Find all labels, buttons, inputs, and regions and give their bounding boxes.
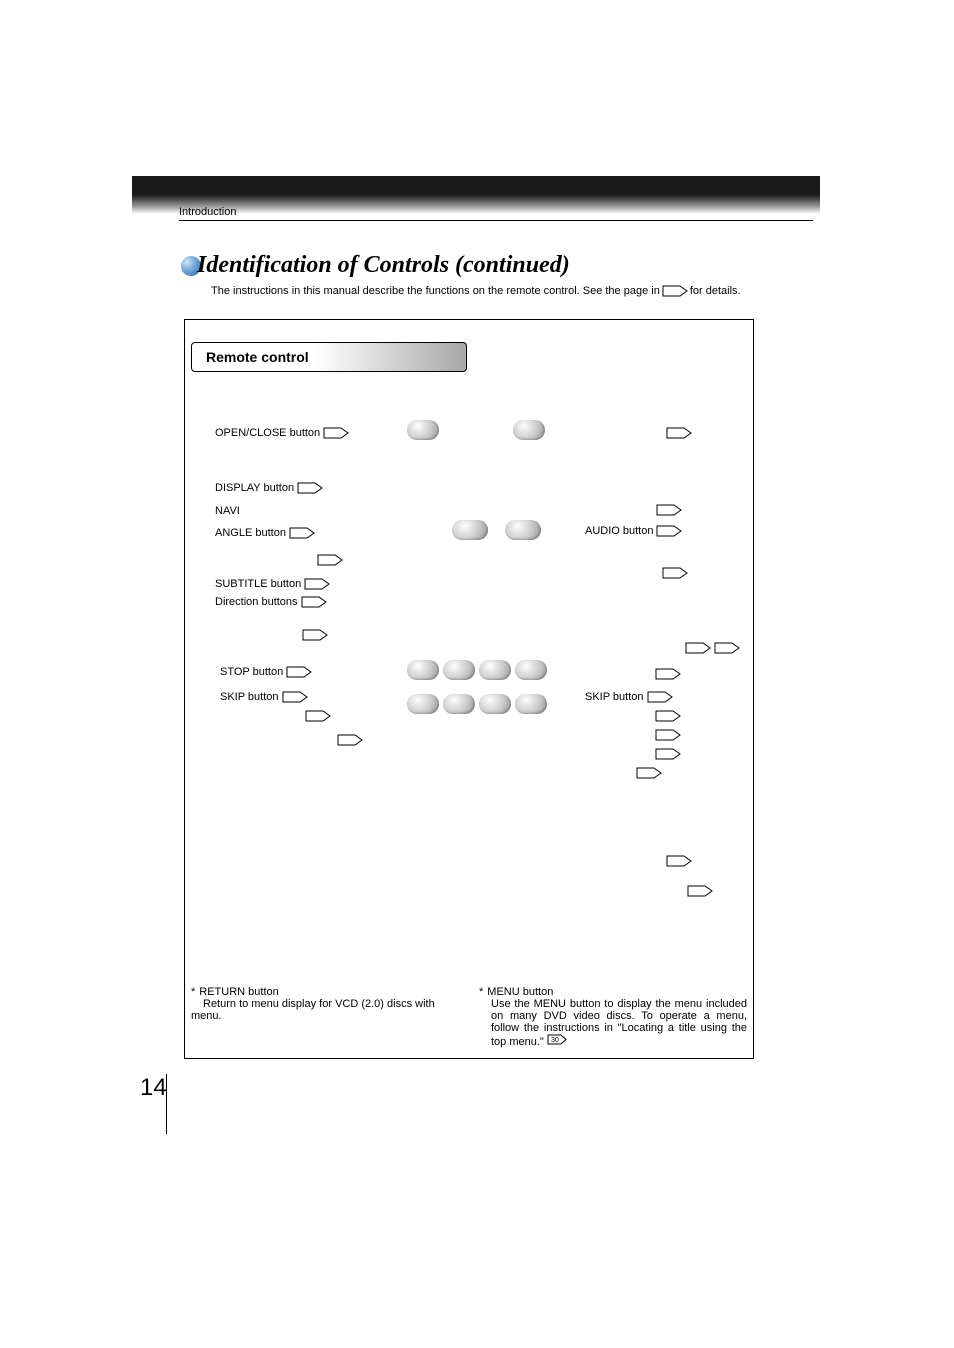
label-skip-right-text: SKIP button [585,691,644,703]
page-ref-icon [666,427,692,439]
label-direction-text: Direction buttons [215,596,298,608]
footnotes: * RETURN button Return to menu display f… [191,986,747,1048]
footnote-star: * [479,986,483,998]
remote-button-icon [479,694,511,714]
remote-control-box: Remote control OPEN/CLOSE button DISPLAY… [184,319,754,1059]
page-ref-right-4 [655,668,681,680]
page-ref-icon [655,729,681,741]
page-ref-icon [286,666,312,678]
page-ref-right-10 [687,885,713,897]
page-ref-icon [714,642,740,654]
page-ref-icon [655,710,681,722]
page-ref-right-9 [666,855,692,867]
label-skip-right: SKIP button [585,691,673,703]
page-ref-icon [323,427,349,439]
remote-button-icon [515,660,547,680]
page-ref-icon [297,482,323,494]
remote-button-icon [443,660,475,680]
page-ref-icon [656,525,682,537]
page-ref-icon [317,554,343,566]
page-ref-icon [636,767,662,779]
footnote-menu-head: MENU button [487,986,553,998]
remote-button-icon [443,694,475,714]
label-audio: AUDIO button [585,525,682,537]
label-angle: ANGLE button [215,527,315,539]
remote-button-icon [505,520,541,540]
page-ref-right-7 [655,748,681,760]
footnote-star: * [191,986,195,998]
page-ref-icon [289,527,315,539]
svg-text:30: 30 [551,1037,559,1044]
page-ref-icon [687,885,713,897]
label-angle-text: ANGLE button [215,527,286,539]
label-display: DISPLAY button [215,482,323,494]
intro-a: The instructions in this manual describe… [211,285,660,297]
page-ref-right-pair [685,642,740,654]
page-ref-icon [685,642,711,654]
remote-button-icon [407,420,439,440]
page-ref-icon [305,710,331,722]
page-ref-right-6 [655,729,681,741]
page-ref-icon [662,285,688,297]
box-title-bar: Remote control [191,342,467,372]
page-title-wrap: Identification of Controls (continued) [181,252,570,279]
page-ref-icon [304,578,330,590]
footnote-menu: * MENU button Use the MENU button to dis… [479,986,747,1048]
page-ref-icon [655,668,681,680]
page-number-divider [166,1074,167,1134]
page-ref-icon [655,748,681,760]
page-ref-icon [302,629,328,641]
label-stop: STOP button [220,666,312,678]
page-ref-icon [662,567,688,579]
page-ref-30-icon: 30 [547,1034,567,1045]
label-skip-left-text: SKIP button [220,691,279,703]
page-ref-lone-1 [317,554,343,566]
page-ref-icon [337,734,363,746]
footnote-return-head: RETURN button [199,986,278,998]
divider [179,220,813,221]
label-display-text: DISPLAY button [215,482,294,494]
remote-button-icon [513,420,545,440]
box-title: Remote control [206,349,309,365]
label-navi-text: NAVI [215,505,240,517]
page-ref-lone-3 [305,710,331,722]
page-ref-icon [301,596,327,608]
label-navi: NAVI [215,505,240,517]
page-ref-right-1 [666,427,692,439]
page-ref-right-3 [662,567,688,579]
page-ref-icon [666,855,692,867]
label-stop-text: STOP button [220,666,283,678]
label-subtitle-text: SUBTITLE button [215,578,301,590]
page-ref-lone-2 [302,629,328,641]
page-ref-right-8 [636,767,662,779]
remote-button-icon [407,660,439,680]
section-label: Introduction [179,206,236,218]
footnote-menu-body: Use the MENU button to display the menu … [491,998,747,1048]
label-subtitle: SUBTITLE button [215,578,330,590]
intro-b: for details. [690,285,741,297]
label-skip-left: SKIP button [220,691,308,703]
page-ref-lone-4 [337,734,363,746]
page-ref-icon [647,691,673,703]
page-ref-right-5 [655,710,681,722]
remote-button-icon [479,660,511,680]
page-number: 14 [140,1074,167,1102]
label-direction: Direction buttons [215,596,327,608]
page-title: Identification of Controls (continued) [197,252,570,279]
label-open-close-text: OPEN/CLOSE button [215,427,320,439]
label-audio-text: AUDIO button [585,525,653,537]
footnote-return-body: Return to menu display for VCD (2.0) dis… [191,998,435,1022]
remote-button-icon [515,694,547,714]
footnote-return: * RETURN button Return to menu display f… [191,986,459,1048]
page-ref-icon [656,504,682,516]
intro-text: The instructions in this manual describe… [211,285,741,297]
page-ref-icon [282,691,308,703]
remote-button-icon [452,520,488,540]
page-ref-right-2 [656,504,682,516]
remote-button-icon [407,694,439,714]
label-open-close: OPEN/CLOSE button [215,427,349,439]
